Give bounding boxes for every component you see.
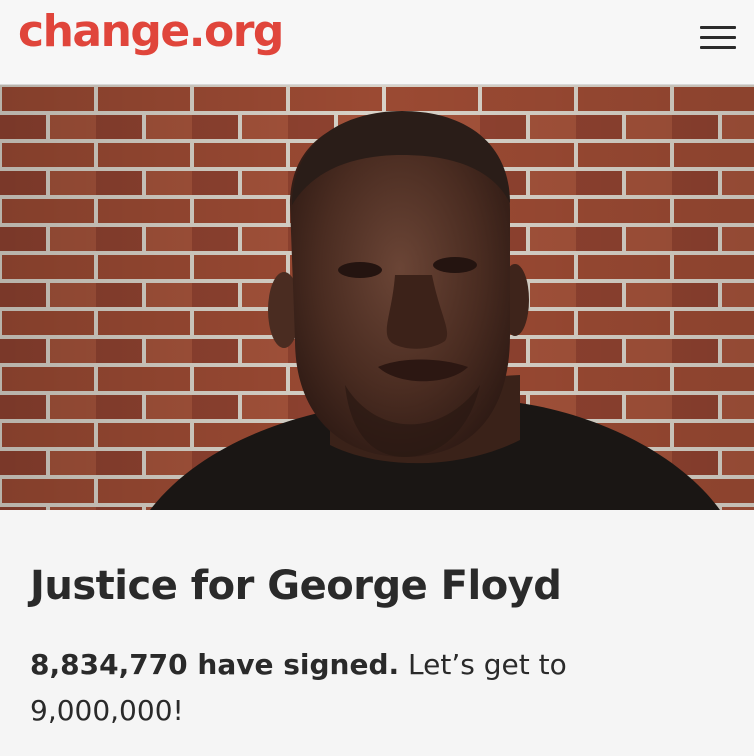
- menu-bar-top: [700, 26, 736, 29]
- site-header: change.org: [0, 0, 754, 85]
- signed-count: 8,834,770 have signed.: [30, 648, 400, 681]
- change-org-logo[interactable]: change.org: [18, 6, 284, 58]
- hamburger-menu-icon[interactable]: [700, 24, 736, 52]
- signature-count-text: 8,834,770 have signed. Let’s get to 9,00…: [30, 642, 670, 734]
- portrait-photo: [0, 85, 754, 510]
- menu-bar-bottom: [700, 46, 736, 49]
- petition-title[interactable]: Justice for George Floyd: [30, 560, 562, 612]
- petition-hero-image: [0, 85, 754, 510]
- menu-bar-middle: [700, 36, 736, 39]
- petition-summary: Justice for George Floyd 8,834,770 have …: [0, 510, 754, 756]
